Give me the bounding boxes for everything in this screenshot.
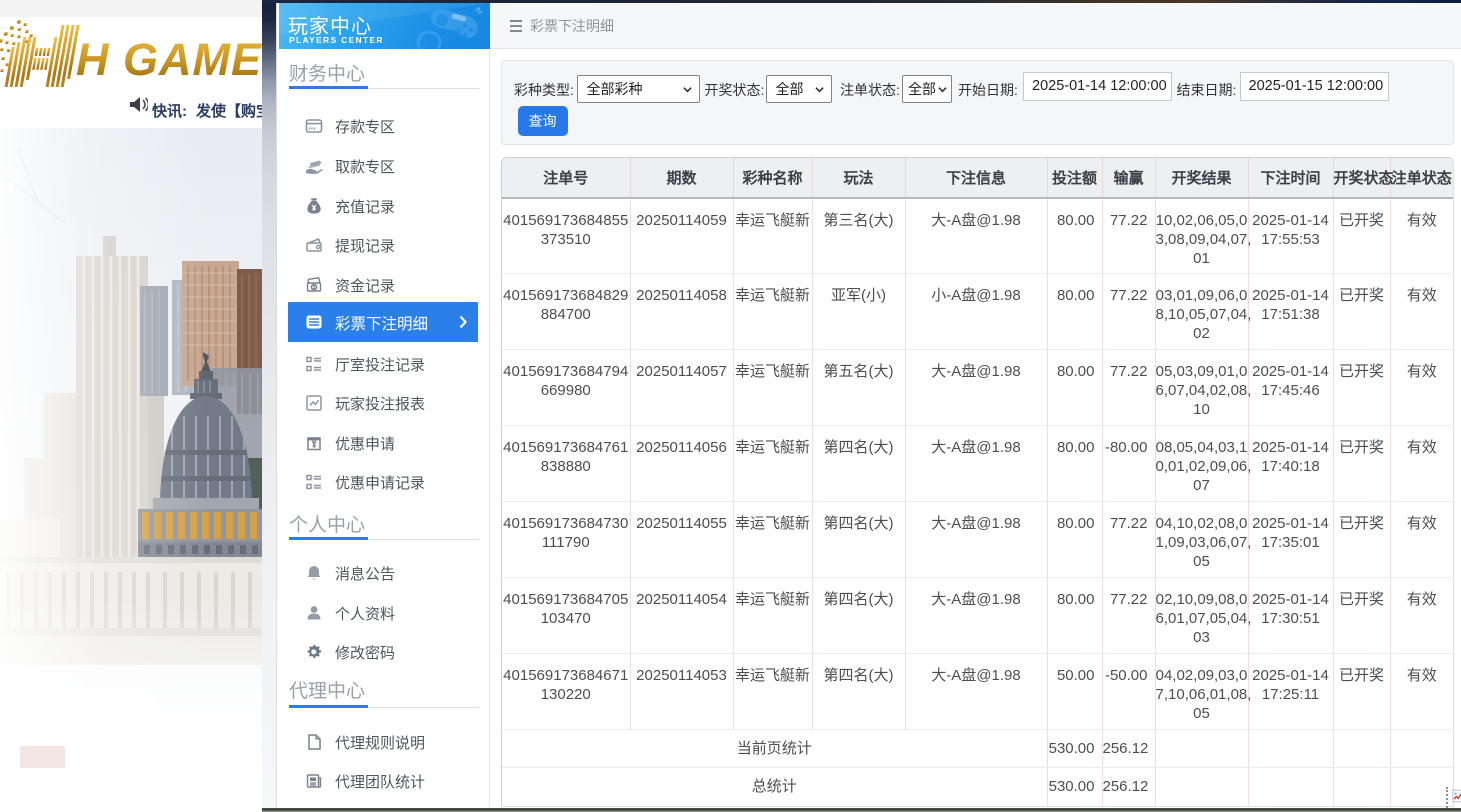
svg-text:¥: ¥ [312, 440, 317, 449]
svg-text:$: $ [312, 285, 315, 291]
svg-text:H GAME: H GAME [76, 34, 262, 85]
